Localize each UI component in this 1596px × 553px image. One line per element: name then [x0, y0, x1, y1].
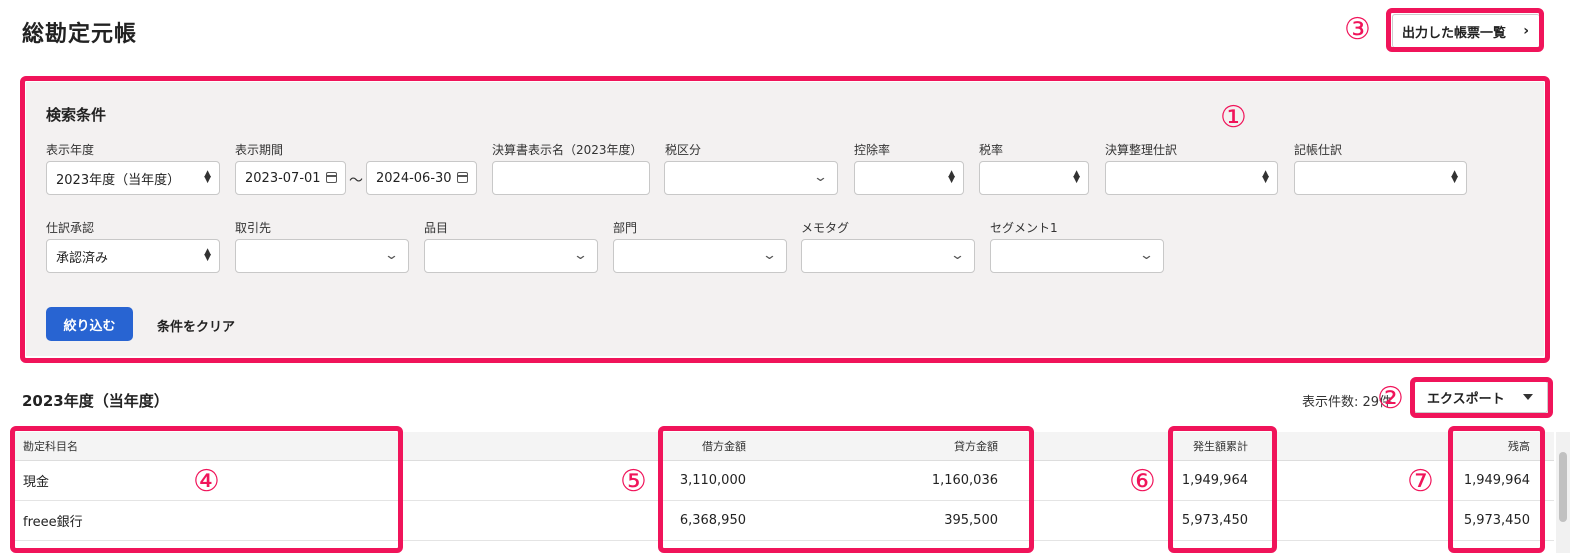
annotation-marker-7: ⑦	[1407, 464, 1434, 499]
annotation-marker-2: ②	[1377, 381, 1404, 416]
annotation-marker-3: ③	[1344, 12, 1371, 47]
annotation-marker-5: ⑤	[620, 464, 647, 499]
annotation-marker-1: ①	[1220, 100, 1247, 135]
scrollbar-thumb[interactable]	[1559, 452, 1567, 522]
annotation-box-report-list	[1386, 8, 1544, 52]
annotation-box-export	[1410, 377, 1553, 418]
results-title: 2023年度（当年度）	[22, 392, 169, 410]
annotation-box-search	[20, 76, 1550, 363]
annotation-box-cumulative	[1168, 426, 1277, 553]
annotation-marker-6: ⑥	[1129, 464, 1156, 499]
annotation-box-amounts	[658, 426, 1034, 553]
page-title: 総勘定元帳	[22, 22, 138, 47]
vertical-scrollbar[interactable]	[1556, 432, 1570, 553]
annotation-marker-4: ④	[193, 464, 220, 499]
annotation-box-balance	[1448, 426, 1545, 553]
